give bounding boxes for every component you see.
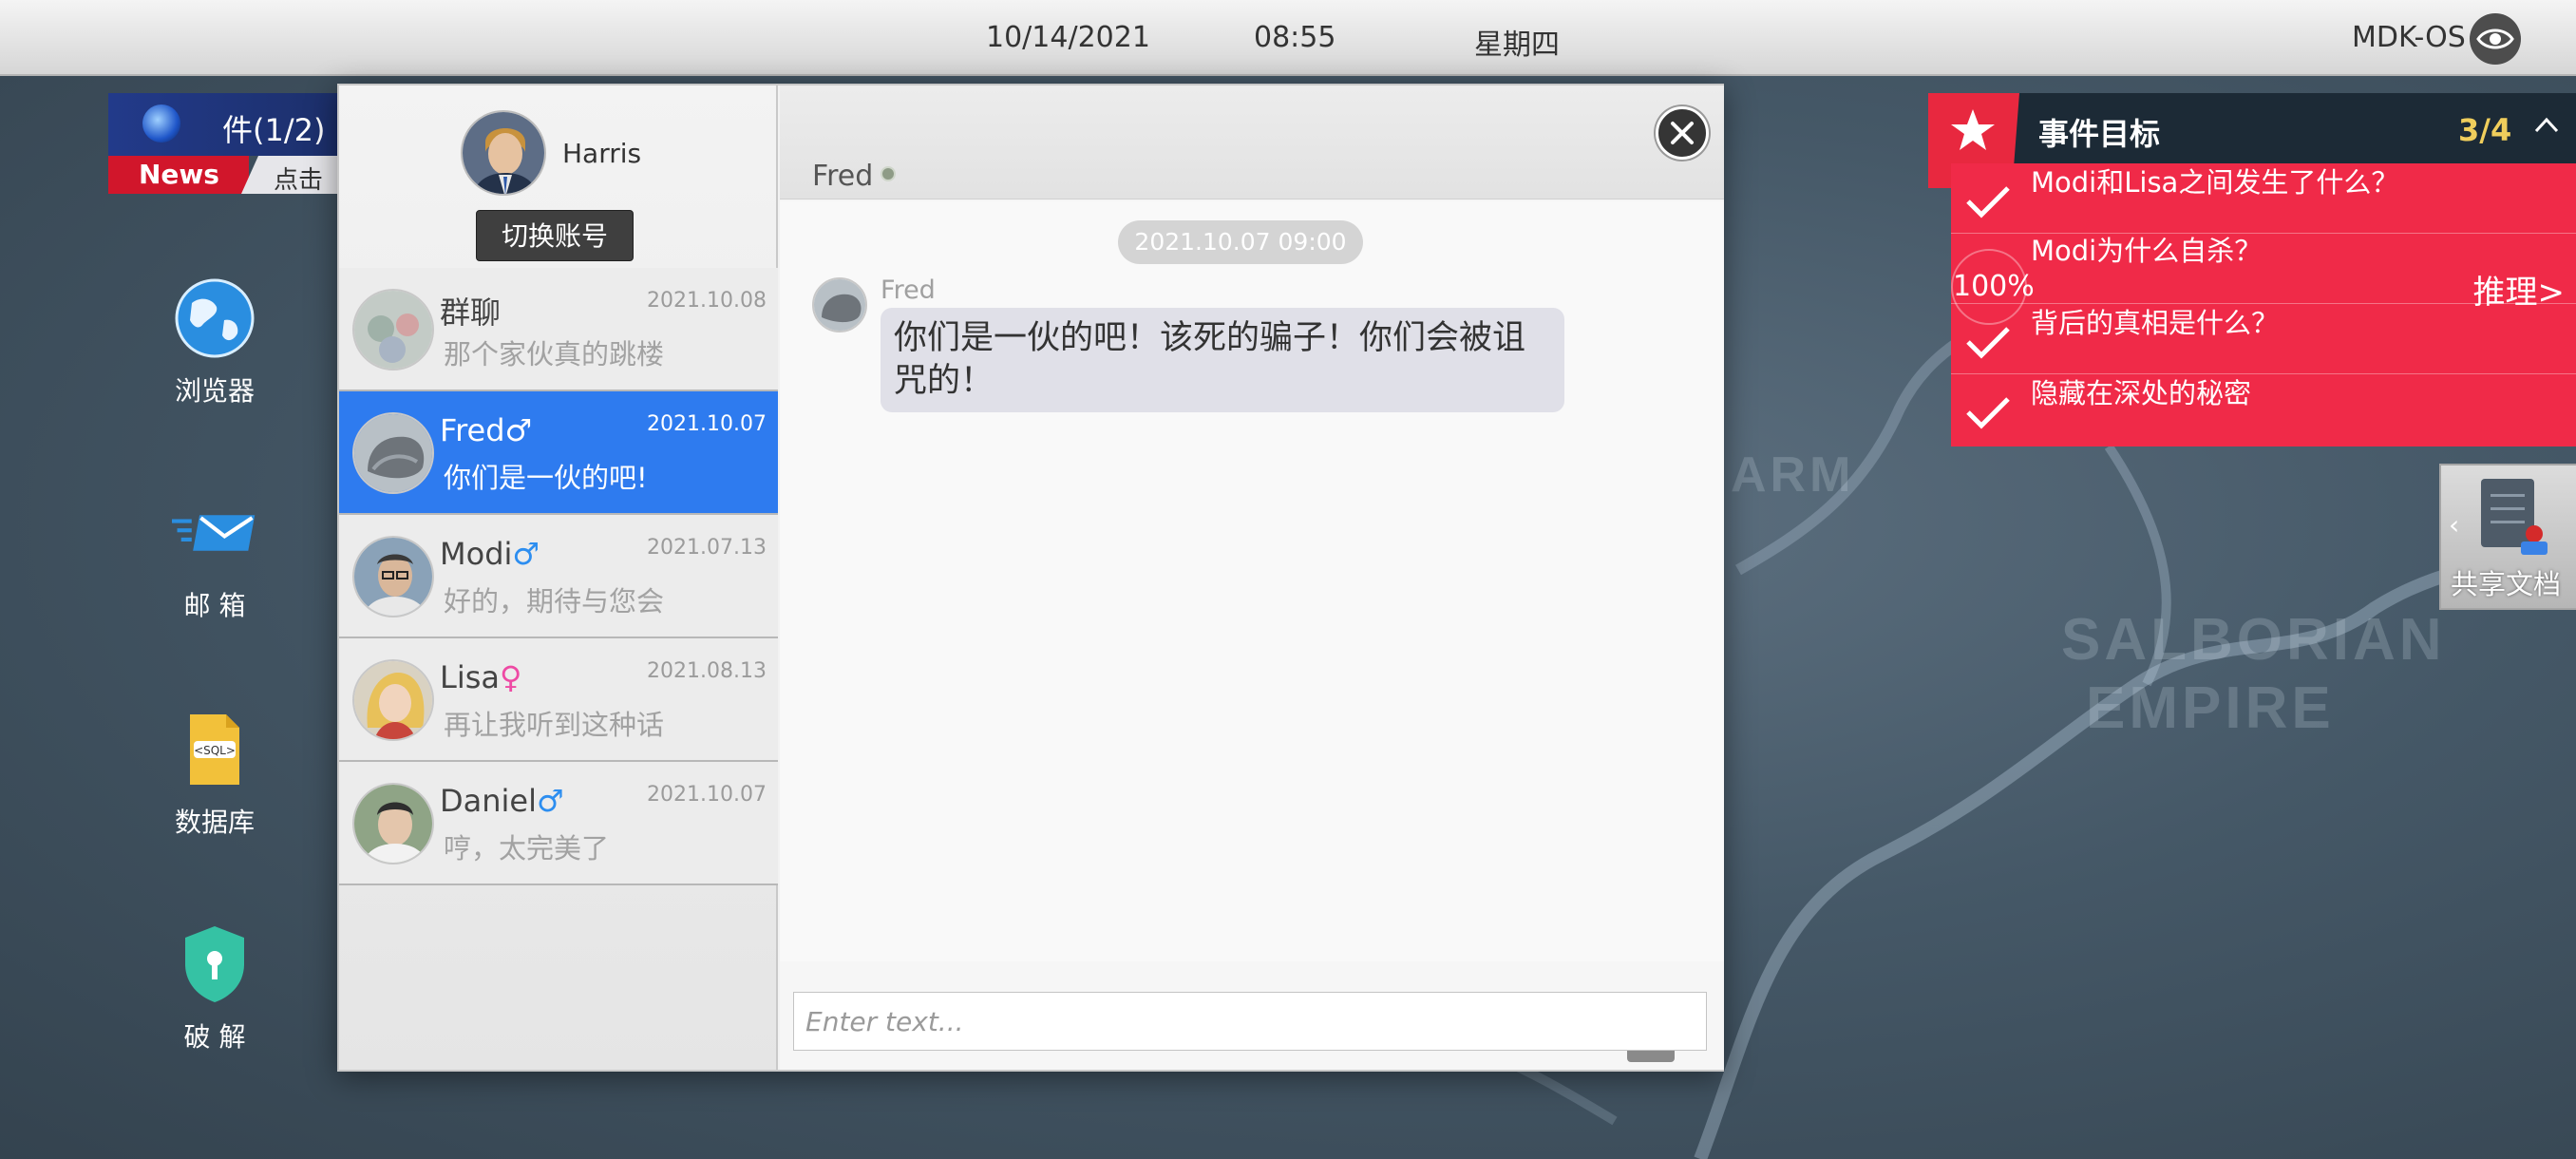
weekday-display: 星期四 xyxy=(1474,28,1560,62)
conversation-name: 群聊 xyxy=(440,294,502,331)
male-icon: ♂ xyxy=(504,412,533,448)
conversation-preview: 那个家伙真的跳楼 xyxy=(444,338,665,370)
conversation-date: 2021.07.13 xyxy=(647,536,767,560)
message-avatar xyxy=(812,277,867,332)
event-text: Modi和Lisa之间发生了什么？ xyxy=(2031,166,2399,199)
event-item[interactable]: 背后的真相是什么？ xyxy=(1951,304,2576,374)
sql-file-icon: <SQL> xyxy=(172,707,257,792)
message-list[interactable]: 2021.10.07 09:00 Fred 你们是一伙的吧！该死的骗子！你们会被… xyxy=(780,201,1724,1062)
modi-avatar xyxy=(352,536,434,618)
event-text: 隐藏在深处的秘密 xyxy=(2031,377,2252,409)
conversation-modi[interactable]: Modi♂ 2021.07.13 好的，期待与您会 xyxy=(339,515,778,638)
desktop-crack-label: 破 解 xyxy=(183,1021,246,1053)
female-icon: ♀ xyxy=(500,659,522,695)
reason-button[interactable]: 推理> xyxy=(2473,266,2566,313)
desktop-mail-label: 邮 箱 xyxy=(183,590,246,621)
message-input-wrapper xyxy=(793,992,1707,1051)
event-objectives-panel: 事件目标 3/4 Modi和Lisa之间发生了什么？ 100% Modi为什么自… xyxy=(1928,93,2576,446)
check-icon xyxy=(1966,397,2010,429)
conversation-date: 2021.10.07 xyxy=(647,783,767,807)
conversation-group[interactable]: 群聊 2021.10.08 那个家伙真的跳楼 xyxy=(339,268,778,391)
fred-avatar xyxy=(352,412,434,494)
conversation-date: 2021.08.13 xyxy=(647,659,767,683)
message-bubble: 你们是一伙的吧！该死的骗子！你们会被诅咒的！ xyxy=(881,308,1564,412)
chat-window: Harris 切换账号 群聊 2021.10.08 那个家伙真的跳楼 Fred♂… xyxy=(337,84,1724,1072)
message-timestamp: 2021.10.07 09:00 xyxy=(1118,220,1363,264)
conversation-preview: 好的，期待与您会 xyxy=(444,585,665,618)
message-sender: Fred xyxy=(881,276,936,305)
events-list: Modi和Lisa之间发生了什么？ 100% Modi为什么自杀？ 背后的真相是… xyxy=(1951,163,2576,446)
os-name: MDK-OS xyxy=(2352,21,2466,54)
event-item[interactable]: 隐藏在深处的秘密 xyxy=(1951,374,2576,445)
news-title: 件(1/2) xyxy=(222,112,326,148)
news-ticker[interactable]: 件(1/2) News 点击 xyxy=(108,93,346,198)
check-icon xyxy=(1966,327,2010,359)
message-input[interactable] xyxy=(794,993,1706,1050)
news-globe-icon xyxy=(142,104,180,142)
desktop-database-label: 数据库 xyxy=(174,807,255,838)
top-status-bar: 10/14/2021 08:55 星期四 MDK-OS xyxy=(0,0,2576,76)
close-icon xyxy=(1671,122,1694,144)
desktop-crack[interactable]: 破 解 xyxy=(120,922,310,1054)
lisa-avatar xyxy=(352,659,434,741)
chat-partner-name: Fred xyxy=(812,160,897,193)
account-avatar xyxy=(461,110,546,196)
news-hint: 点击 xyxy=(241,156,346,194)
account-name: Harris xyxy=(562,138,642,169)
conversation-lisa[interactable]: Lisa♀ 2021.08.13 再让我听到这种话 xyxy=(339,638,778,762)
os-eye-icon[interactable] xyxy=(2470,13,2521,65)
event-text: 背后的真相是什么？ xyxy=(2031,307,2280,339)
time-display: 08:55 xyxy=(1254,21,1336,54)
news-label: News xyxy=(108,156,249,194)
events-title: 事件目标 xyxy=(2038,116,2161,152)
conversation-name: Lisa♀ xyxy=(440,659,522,695)
document-icon xyxy=(2481,479,2548,555)
conversation-name: Modi♂ xyxy=(440,536,540,572)
map-label-empire: EMPIRE xyxy=(2086,675,2335,741)
shared-docs-label: 共享文档 xyxy=(2451,568,2562,600)
conversation-date: 2021.10.07 xyxy=(647,412,767,436)
male-icon: ♂ xyxy=(512,536,540,572)
desktop-browser-label: 浏览器 xyxy=(174,375,255,407)
conversation-preview: 再让我听到这种话 xyxy=(444,709,665,741)
events-count: 3/4 xyxy=(2458,112,2512,148)
collapse-button[interactable] xyxy=(2532,114,2561,141)
svg-text:<SQL>: <SQL> xyxy=(194,744,236,757)
mail-icon xyxy=(172,490,257,576)
desktop-database[interactable]: <SQL> 数据库 xyxy=(120,707,310,840)
date-display: 10/14/2021 xyxy=(986,21,1150,54)
status-dot-icon xyxy=(881,166,897,181)
conversation-date: 2021.10.08 xyxy=(647,289,767,313)
chat-header: Fred xyxy=(780,86,1724,200)
desktop-mail[interactable]: 邮 箱 xyxy=(120,490,310,623)
desktop-browser[interactable]: 浏览器 xyxy=(120,276,310,408)
event-text: Modi为什么自杀？ xyxy=(2031,235,2263,267)
conversation-preview: 哼，太完美了 xyxy=(444,832,610,864)
switch-account-button[interactable]: 切换账号 xyxy=(476,210,634,261)
conversation-name: Fred♂ xyxy=(440,412,533,448)
conversation-daniel[interactable]: Daniel♂ 2021.10.07 哼，太完美了 xyxy=(339,762,778,885)
shield-key-icon xyxy=(172,922,257,1007)
shared-docs-tab[interactable]: ‹ 共享文档 xyxy=(2439,464,2576,610)
conversation-name: Daniel♂ xyxy=(440,783,564,819)
chevron-up-icon xyxy=(2534,117,2559,133)
map-label-arm: ARM xyxy=(1731,447,1855,503)
conversation-fred[interactable]: Fred♂ 2021.10.07 你们是一伙的吧! xyxy=(339,391,778,515)
conversation-preview: 你们是一伙的吧! xyxy=(444,462,648,494)
map-label-salborian: SALBORIAN xyxy=(2061,607,2446,673)
chat-panel: Fred 2021.10.07 09:00 Fred 你们是一伙的吧！该死的骗子… xyxy=(780,86,1724,1070)
male-icon: ♂ xyxy=(537,783,564,819)
event-item[interactable]: Modi和Lisa之间发生了什么？ xyxy=(1951,163,2576,234)
chevron-left-icon: ‹ xyxy=(2449,509,2460,541)
check-icon xyxy=(1966,186,2010,218)
contact-list-panel: Harris 切换账号 群聊 2021.10.08 那个家伙真的跳楼 Fred♂… xyxy=(339,86,778,1070)
daniel-avatar xyxy=(352,783,434,864)
globe-icon xyxy=(172,276,257,361)
star-icon xyxy=(1951,109,1995,150)
events-header[interactable]: 事件目标 3/4 xyxy=(1928,93,2576,188)
close-button[interactable] xyxy=(1656,106,1709,160)
group-avatar xyxy=(352,289,434,370)
